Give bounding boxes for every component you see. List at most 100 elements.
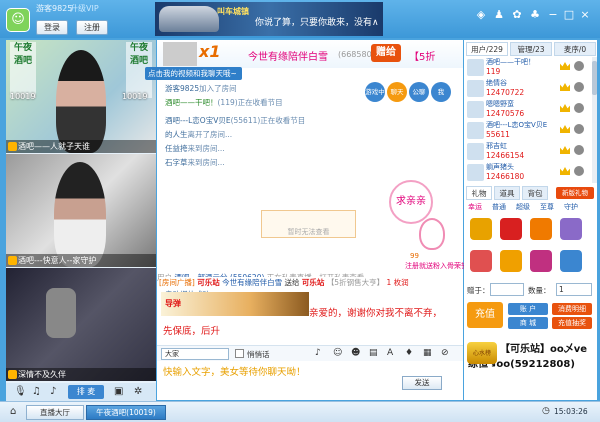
tab-current-room[interactable]: 午夜酒吧(10019) — [86, 405, 166, 420]
account-button[interactable]: 账 户 — [508, 303, 548, 315]
tab-mic-queue[interactable]: 麦序/0 — [554, 42, 596, 56]
image-icon[interactable]: ▤ — [369, 348, 378, 358]
upgrade-vip-link[interactable]: 升级VIP — [70, 3, 99, 14]
gift-icon[interactable]: ♦ — [405, 348, 413, 358]
gift-item[interactable] — [530, 250, 552, 272]
emoji-icon[interactable]: ☺ — [333, 348, 342, 358]
gift-item[interactable] — [470, 250, 492, 272]
me-button[interactable]: 我 — [431, 82, 451, 102]
font-icon[interactable]: A — [387, 348, 393, 358]
scroll-thumb[interactable] — [592, 61, 597, 95]
recharge-lottery-button[interactable]: 充值抽奖 — [552, 317, 592, 329]
chat-mode-button[interactable]: 聊天 — [387, 82, 407, 102]
subtab-guard[interactable]: 守护 — [564, 202, 578, 212]
ad-banner[interactable]: 叫车城镇 你说了算，只要你敢来，没有∧ — [155, 2, 383, 36]
camera-icon[interactable]: ▣ — [114, 386, 123, 397]
gift-item[interactable] — [530, 218, 552, 240]
performer-image — [54, 162, 106, 267]
gear-icon[interactable]: ✿ — [510, 8, 524, 22]
count-field[interactable]: 1 — [556, 283, 592, 296]
video-toolbar: 🎙 ♫ ♪ 排 麦 ▣ ✲ — [6, 383, 156, 401]
queue-button[interactable]: 排 麦 — [68, 385, 104, 399]
video-label: 酒吧——人就子天谁 — [6, 140, 156, 153]
crown-icon — [560, 125, 570, 133]
volume-icon[interactable]: ♪ — [315, 348, 321, 358]
tab-props[interactable]: 道具 — [494, 186, 520, 200]
maximize-icon[interactable]: □ — [562, 8, 576, 22]
room-number-right: 10019 — [122, 92, 148, 101]
tab-gifts[interactable]: 礼物 — [466, 186, 492, 200]
gift-plane-icon — [163, 42, 197, 66]
close-icon[interactable]: × — [578, 8, 592, 22]
list-item[interactable]: 邪吉虹 12466154 — [464, 141, 591, 162]
recharge-button[interactable]: 充值 — [467, 302, 503, 328]
level-badge-icon — [574, 145, 584, 155]
list-item[interactable]: 酒吧---L恋O宝V贝E 55611 — [464, 120, 591, 141]
guest-name: 游客9825 — [36, 4, 73, 13]
subtab-lucky[interactable]: 幸运 — [468, 202, 482, 212]
tab-users[interactable]: 用户/229 — [466, 42, 508, 56]
wifi-icon[interactable]: ◈ — [474, 8, 488, 22]
chat-header: x1 今世有缘陪伴白雪 (668580) 赠给 【5折 — [157, 40, 463, 68]
room-broadcast: [房间广播] 可乐站 今世有缘陪伴白雪 送给 可乐站 【5折钢售大亨】 1 枚润 — [159, 277, 463, 289]
missile-gift-banner: 导弹 — [161, 292, 309, 316]
avatar — [467, 80, 484, 97]
user-list-scrollbar[interactable] — [592, 57, 597, 183]
volume-icon[interactable]: ♪ — [50, 386, 56, 397]
game-center-button[interactable]: 游戏中心 — [365, 82, 385, 116]
audience-select[interactable]: 大家 — [161, 348, 229, 360]
recipient-label: 赠于： — [467, 286, 490, 295]
new-gifts-button[interactable]: 新版礼物 — [556, 187, 594, 199]
banner-text: 你说了算，只要你敢来，没有∧ — [255, 18, 379, 28]
subtab-super[interactable]: 超级 — [516, 202, 530, 212]
login-button[interactable]: 登录 — [36, 20, 68, 35]
title-id: (668580) — [338, 50, 375, 59]
tab-admins[interactable]: 管理/23 — [510, 42, 552, 56]
shirt-icon[interactable]: ♣ — [528, 8, 542, 22]
hint-tooltip: 点击我的视频和我聊天哦~ — [145, 67, 242, 80]
box-icon[interactable]: ▦ — [423, 348, 432, 358]
avatar — [467, 101, 484, 118]
subtab-supreme[interactable]: 至尊 — [540, 202, 554, 212]
home-icon[interactable]: ⌂ — [10, 406, 16, 417]
vip-badge-icon — [8, 370, 17, 379]
gift-item[interactable] — [560, 218, 582, 240]
public-chat-button[interactable]: 公聊 — [409, 82, 429, 102]
list-item[interactable]: 酒吧——干吧！ 119 — [464, 57, 591, 78]
minimize-icon[interactable]: − — [546, 8, 560, 22]
gift-item[interactable] — [560, 250, 582, 272]
headphone-icon[interactable]: ♫ — [32, 386, 41, 397]
crown-icon — [560, 104, 570, 112]
list-item[interactable]: 嗯嗯野蛮 12470576 — [464, 99, 591, 120]
recipient-field[interactable] — [490, 283, 524, 296]
list-item[interactable]: 躺声猪头 12466180 — [464, 162, 591, 183]
vip-badge-icon — [8, 142, 17, 151]
gift-item[interactable] — [470, 218, 492, 240]
subtab-normal[interactable]: 普通 — [492, 202, 506, 212]
gift-item[interactable] — [500, 218, 522, 240]
level-badge-icon — [574, 82, 584, 92]
clear-icon[interactable]: ⊘ — [441, 348, 449, 358]
chat-line: 酒吧---L恋O宝V贝E(55611)正在收看节目 — [165, 116, 306, 125]
video-window-2[interactable]: 酒吧---快意人--家守护 — [6, 154, 156, 267]
chat-toolbar: 大家 悄悄话 ♪ ☺ ☻ ▤ A ♦ ▦ ⊘ — [157, 345, 463, 361]
fan-label[interactable]: 注册就送粉入骨荣誉 — [405, 261, 468, 271]
register-button[interactable]: 注册 — [76, 20, 108, 35]
mic-icon[interactable]: 🎙 — [14, 386, 27, 397]
send-button[interactable]: 发送 — [402, 376, 442, 390]
video-label: 深情不及久伴 — [6, 368, 156, 381]
consume-detail-button[interactable]: 消费明细 — [552, 303, 592, 315]
gift-item[interactable] — [500, 250, 522, 272]
tab-live-hall[interactable]: 直播大厅 — [26, 405, 84, 420]
emoji-alt-icon[interactable]: ☻ — [351, 348, 360, 358]
settings-icon[interactable]: ✲ — [134, 386, 142, 397]
discount-text: 【5折 — [409, 52, 436, 63]
mall-button[interactable]: 商 城 — [508, 317, 548, 329]
whisper-checkbox[interactable] — [235, 349, 244, 358]
list-item[interactable]: 绝情谷 12470722 — [464, 78, 591, 99]
person-icon[interactable]: ♟ — [492, 8, 506, 22]
video-window-3[interactable]: 深情不及久伴 — [6, 268, 156, 381]
chat-line: 任益挎来到房间... — [165, 144, 225, 153]
video-window-1[interactable]: 午夜酒吧 午夜酒吧 10019 10019 酒吧——人就子天谁 — [6, 40, 156, 153]
tab-backpack[interactable]: 背包 — [522, 186, 548, 200]
